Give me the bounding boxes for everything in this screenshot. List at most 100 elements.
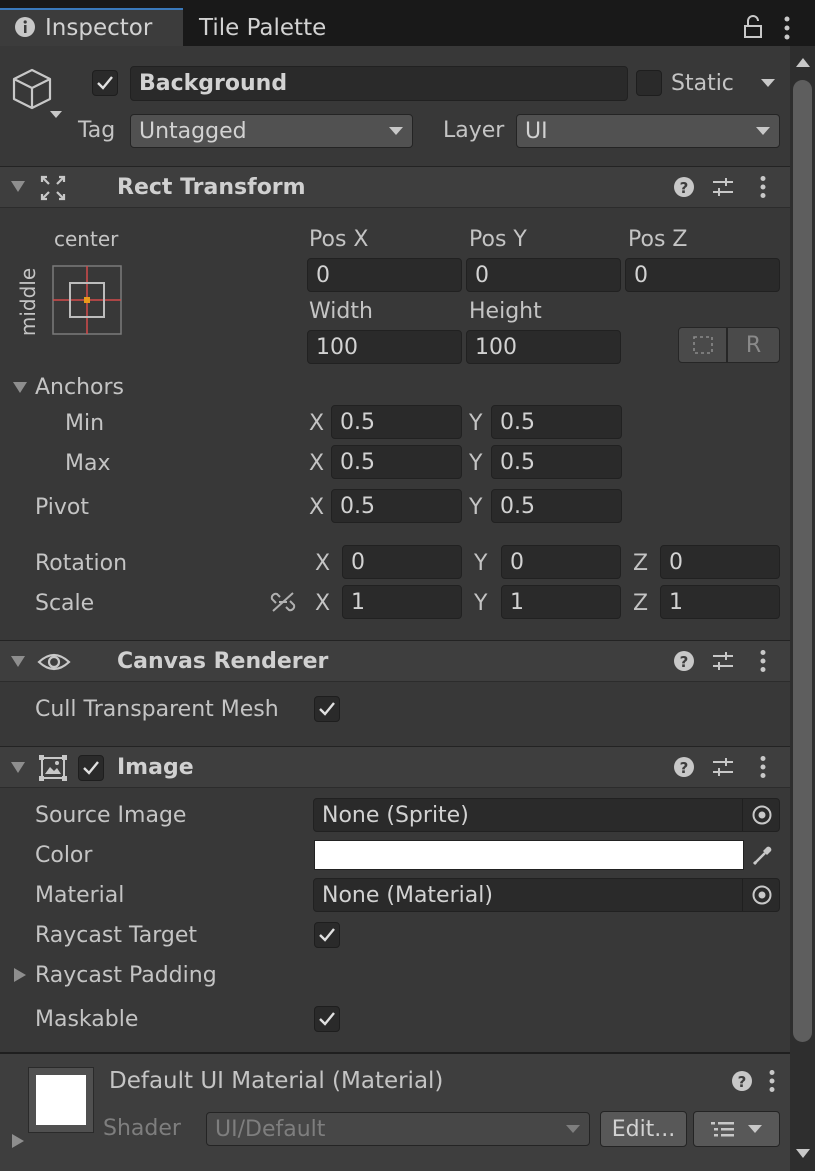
axis-y-label: Y: [474, 551, 488, 576]
scroll-up-icon[interactable]: [795, 56, 811, 68]
gameobject-cube-icon[interactable]: [10, 66, 66, 122]
rect-transform-title: Rect Transform: [117, 175, 306, 200]
raw-edit-button[interactable]: R: [727, 327, 780, 363]
height-label: Height: [469, 299, 542, 324]
axis-x-label: X: [315, 591, 331, 616]
info-icon: [14, 16, 36, 38]
rotation-x-value: 0: [351, 549, 365, 575]
blueprint-mode-button[interactable]: [678, 327, 727, 363]
source-image-value: None (Sprite): [322, 802, 469, 828]
pos-y-label: Pos Y: [469, 227, 527, 252]
foldout-expanded-icon[interactable]: [10, 761, 26, 775]
width-value: 100: [316, 334, 358, 360]
pivot-y-field[interactable]: 0.5: [491, 489, 622, 523]
rect-transform-icon: [40, 175, 66, 201]
height-field[interactable]: 100: [466, 330, 621, 364]
object-picker-button[interactable]: [742, 879, 780, 911]
maskable-checkbox[interactable]: [314, 1006, 340, 1032]
object-name-field[interactable]: Background: [130, 66, 628, 101]
anchor-min-y-value: 0.5: [500, 409, 535, 435]
raycast-target-checkbox[interactable]: [314, 922, 340, 948]
svg-text:?: ?: [680, 179, 689, 197]
anchor-presets-icon[interactable]: [52, 265, 122, 335]
material-foldout-icon[interactable]: [11, 1133, 25, 1149]
eyedropper-button[interactable]: [746, 838, 780, 872]
help-icon[interactable]: ?: [731, 1070, 753, 1092]
anchor-max-x-field[interactable]: 0.5: [331, 445, 462, 479]
material-thumbnail[interactable]: [28, 1067, 94, 1133]
image-enabled-checkbox[interactable]: [78, 755, 104, 781]
edit-shader-label: Edit...: [611, 1116, 676, 1142]
presets-icon[interactable]: [711, 756, 735, 778]
pos-z-label: Pos Z: [628, 227, 688, 252]
help-icon[interactable]: ?: [673, 650, 695, 672]
scale-x-field[interactable]: 1: [342, 585, 462, 619]
help-icon[interactable]: ?: [673, 176, 695, 198]
anchor-preset-vertical: middle: [16, 267, 41, 337]
anchor-min-x-field[interactable]: 0.5: [331, 405, 462, 439]
foldout-expanded-icon[interactable]: [10, 180, 26, 194]
anchor-min-y-field[interactable]: 0.5: [491, 405, 622, 439]
anchor-max-x-value: 0.5: [340, 449, 375, 475]
rotation-x-field[interactable]: 0: [342, 545, 462, 579]
layer-dropdown[interactable]: UI: [516, 114, 780, 148]
chevron-down-icon: [566, 1125, 580, 1133]
scale-z-field[interactable]: 1: [660, 585, 780, 619]
static-checkbox[interactable]: [636, 70, 662, 96]
image-component-icon: [39, 755, 67, 781]
pos-y-field[interactable]: 0: [466, 258, 621, 292]
color-swatch[interactable]: [314, 840, 744, 870]
raycast-padding-foldout-icon[interactable]: [13, 967, 27, 983]
component-menu-icon[interactable]: [758, 755, 768, 779]
scale-y-field[interactable]: 1: [501, 585, 621, 619]
anchors-foldout-icon[interactable]: [12, 381, 28, 395]
anchor-min-x-value: 0.5: [340, 409, 375, 435]
edit-shader-button[interactable]: Edit...: [600, 1111, 687, 1147]
pivot-label: Pivot: [35, 495, 90, 520]
anchors-min-label: Min: [65, 411, 105, 436]
pos-x-label: Pos X: [309, 227, 369, 252]
presets-icon[interactable]: [711, 650, 735, 672]
foldout-expanded-icon[interactable]: [10, 655, 26, 669]
unlinked-scale-icon[interactable]: [270, 590, 296, 614]
pos-y-value: 0: [475, 262, 489, 288]
shader-label: Shader: [103, 1116, 181, 1141]
raycast-padding-label: Raycast Padding: [35, 963, 217, 988]
material-label: Material: [35, 883, 125, 908]
check-icon: [319, 928, 335, 942]
lock-icon[interactable]: [742, 15, 764, 39]
anchor-max-y-field[interactable]: 0.5: [491, 445, 622, 479]
component-menu-icon[interactable]: [758, 649, 768, 673]
width-field[interactable]: 100: [307, 330, 462, 364]
component-menu-icon[interactable]: [758, 175, 768, 199]
axis-y-label: Y: [469, 411, 483, 436]
height-value: 100: [475, 334, 517, 360]
scrollbar-thumb[interactable]: [793, 80, 812, 1042]
source-image-field[interactable]: None (Sprite): [313, 798, 780, 832]
material-field[interactable]: None (Material): [313, 878, 780, 912]
static-dropdown-icon[interactable]: [760, 78, 776, 88]
active-checkbox[interactable]: [92, 70, 118, 96]
pos-x-value: 0: [316, 262, 330, 288]
cull-transparent-mesh-checkbox[interactable]: [314, 696, 340, 722]
pos-x-field[interactable]: 0: [307, 258, 462, 292]
axis-z-label: Z: [633, 551, 649, 576]
material-value: None (Material): [322, 882, 493, 908]
shader-dropdown[interactable]: UI/Default: [206, 1112, 590, 1146]
shader-options-dropdown[interactable]: [693, 1111, 780, 1147]
object-picker-icon: [752, 885, 771, 905]
object-picker-button[interactable]: [742, 799, 780, 831]
tag-dropdown[interactable]: Untagged: [130, 114, 413, 148]
help-icon[interactable]: ?: [673, 756, 695, 778]
eye-icon: [37, 650, 71, 674]
material-menu-icon[interactable]: [767, 1069, 777, 1093]
pivot-x-field[interactable]: 0.5: [331, 489, 462, 523]
presets-icon[interactable]: [711, 176, 735, 198]
tab-menu-icon[interactable]: [782, 15, 792, 41]
rotation-z-field[interactable]: 0: [660, 545, 780, 579]
object-name-value: Background: [139, 71, 288, 96]
tab-tile-palette[interactable]: Tile Palette: [199, 15, 326, 41]
pos-z-field[interactable]: 0: [625, 258, 780, 292]
rotation-y-field[interactable]: 0: [501, 545, 621, 579]
scroll-down-icon[interactable]: [795, 1148, 811, 1160]
